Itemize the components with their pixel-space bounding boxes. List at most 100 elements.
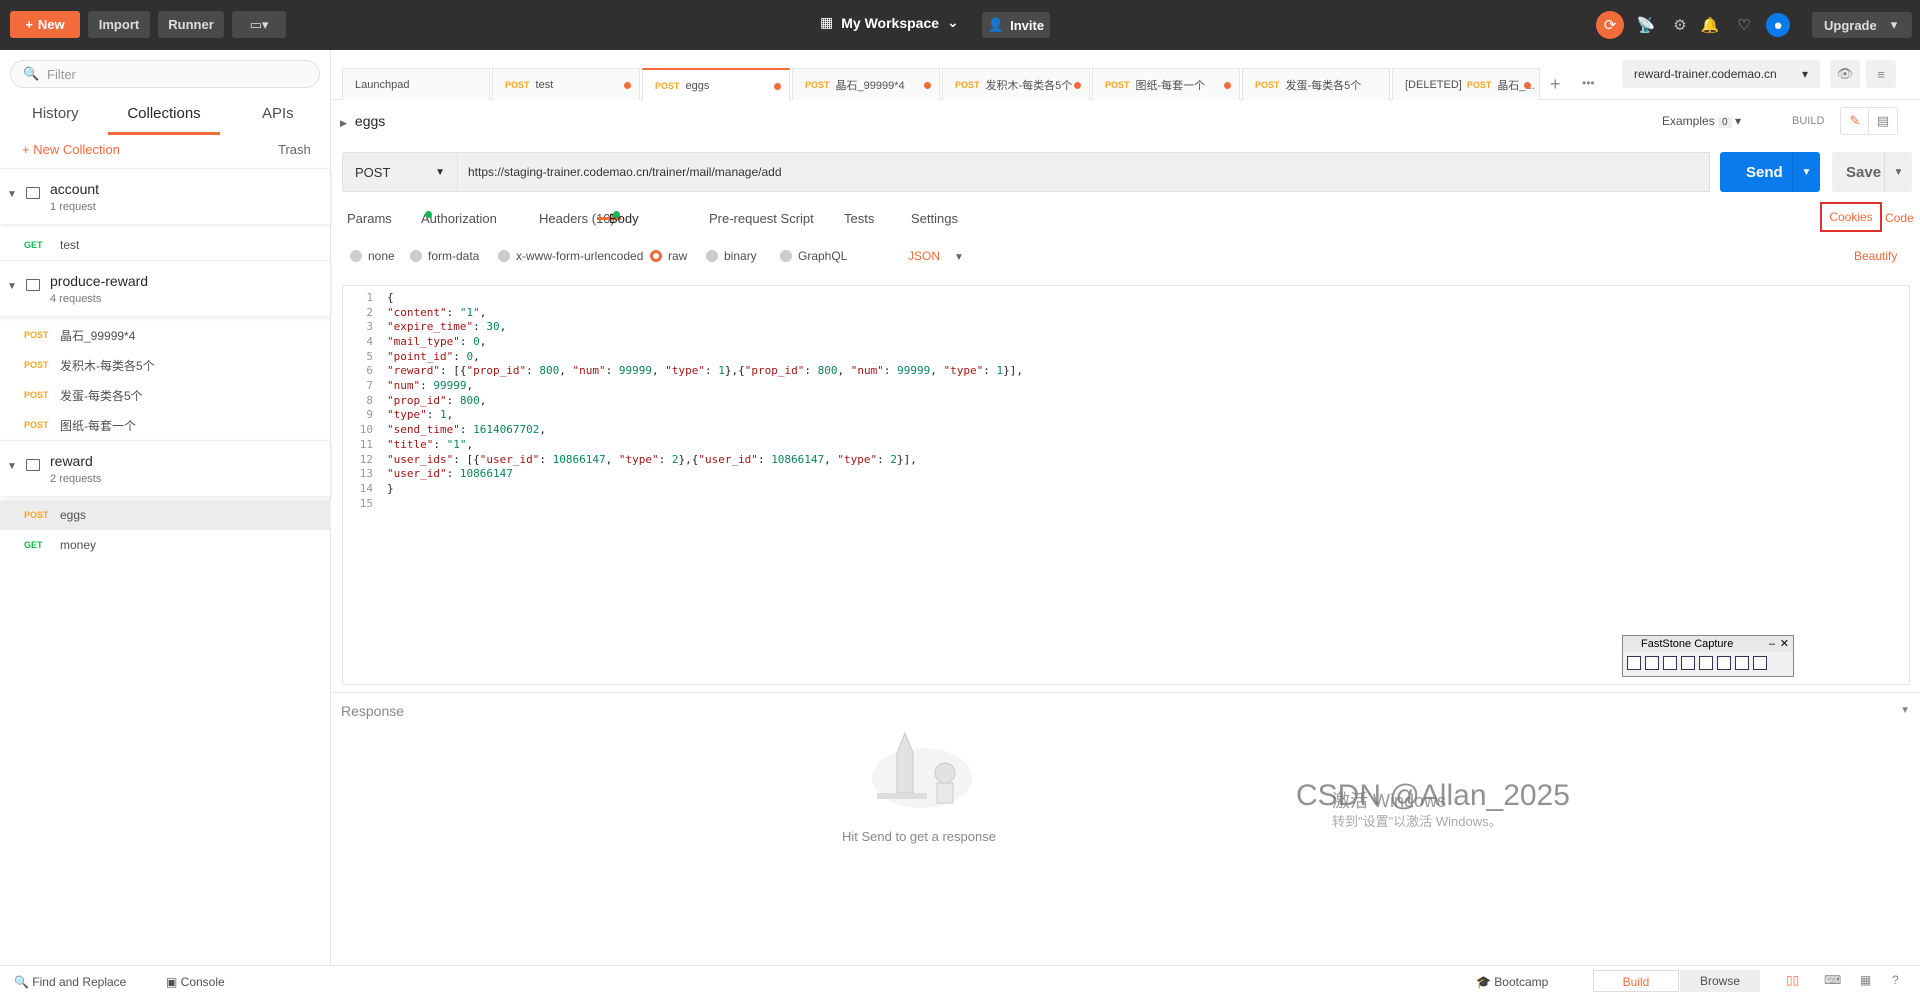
code-link[interactable]: Code — [1885, 211, 1914, 225]
tab-tests[interactable]: Tests — [844, 211, 874, 226]
tab-settings[interactable]: Settings — [911, 211, 958, 226]
settings-icon[interactable] — [1735, 656, 1749, 670]
collection-produce-reward[interactable]: ▼ produce-reward 4 requests — [0, 260, 331, 316]
satellite-icon[interactable]: 📡 — [1634, 13, 1658, 37]
console-button[interactable]: ▣ Console — [166, 975, 225, 989]
new-window-button[interactable]: ▭▾ — [232, 11, 286, 38]
workspace-label: My Workspace — [841, 14, 940, 31]
minimize-icon[interactable]: – — [1769, 636, 1775, 652]
gear-icon[interactable]: ⚙ — [1668, 13, 1692, 37]
heart-icon[interactable]: ♡ — [1732, 13, 1756, 37]
tab-tuzhi[interactable]: POST 图纸-每套一个 — [1092, 68, 1240, 100]
sidebar-item-fadan[interactable]: POST 发蛋-每类各5个 — [0, 380, 331, 410]
keyboard-icon[interactable]: ⌨ — [1824, 973, 1841, 987]
layout-icon[interactable]: ▦ — [1860, 973, 1871, 987]
collection-count: 4 requests — [50, 293, 102, 305]
capture-region-icon[interactable] — [1663, 656, 1677, 670]
radio-graphql[interactable]: GraphQL — [780, 249, 847, 263]
sidebar-item-jimu[interactable]: POST 发积木-每类各5个 — [0, 350, 331, 380]
tab-test[interactable]: POST test — [492, 68, 640, 100]
import-button[interactable]: Import — [88, 11, 150, 38]
sidebar-item-eggs[interactable]: POST eggs — [0, 500, 331, 530]
edit-icon[interactable] — [1753, 656, 1767, 670]
browse-mode-button[interactable]: Browse — [1680, 970, 1760, 992]
avatar[interactable]: ● — [1766, 13, 1790, 37]
body-format-select[interactable]: JSON ▼ — [908, 249, 964, 263]
sync-icon[interactable]: ⟳ — [1596, 11, 1624, 39]
tab-jimu[interactable]: POST 发积木-每类各5个 — [942, 68, 1090, 100]
radio-none[interactable]: none — [350, 249, 395, 263]
tab-apis[interactable]: APIs — [262, 105, 294, 135]
sidebar-item-test[interactable]: GET test — [0, 230, 331, 260]
tab-jingshi[interactable]: POST 晶石_99999*4 — [792, 68, 940, 100]
method-select[interactable]: POST ▼ — [342, 152, 458, 192]
more-tabs-icon[interactable]: ••• — [1582, 76, 1595, 90]
method-badge: POST — [24, 420, 49, 430]
build-mode-button[interactable]: Build — [1593, 970, 1679, 992]
eye-icon[interactable]: 👁 — [1830, 60, 1860, 88]
tab-eggs[interactable]: POST eggs — [642, 68, 790, 101]
send-button[interactable]: Send ▼ — [1720, 152, 1820, 192]
sidebar-item-jingshi[interactable]: POST 晶石_99999*4 — [0, 320, 331, 350]
cookies-link[interactable]: Cookies — [1820, 202, 1882, 232]
code-editor[interactable]: 1{2 "content": "1", 3 "expire_time": 30, 4 "m… — [342, 285, 1910, 685]
radio-form-data[interactable]: form-data — [410, 249, 479, 263]
comment-icon[interactable]: ▤ — [1868, 107, 1898, 135]
save-label: Save — [1846, 163, 1882, 181]
tab-body[interactable]: Body — [597, 211, 639, 226]
sidebar-item-tuzhi[interactable]: POST 图纸-每套一个 — [0, 410, 331, 440]
sidebar-item-money[interactable]: GET money — [0, 530, 331, 560]
collection-account[interactable]: ▼ account 1 request — [0, 168, 331, 224]
bell-icon[interactable]: 🔔 — [1698, 13, 1722, 37]
tab-label: test — [535, 78, 554, 91]
two-pane-icon[interactable]: ▯▯ — [1786, 973, 1799, 987]
upgrade-button[interactable]: Upgrade ▾ — [1812, 12, 1912, 38]
find-replace-button[interactable]: 🔍 Find and Replace — [14, 975, 126, 989]
radio-raw[interactable]: raw — [650, 249, 687, 263]
radio-urlencoded[interactable]: x-www-form-urlencoded — [498, 249, 643, 263]
pencil-icon[interactable]: ✎ — [1840, 107, 1870, 135]
capture-object-icon[interactable] — [1645, 656, 1659, 670]
tab-launchpad[interactable]: Launchpad — [342, 68, 490, 100]
new-button[interactable]: + New — [10, 11, 80, 38]
line-number: 9 — [366, 408, 373, 422]
invite-button[interactable]: 👤 Invite — [982, 12, 1050, 38]
capture-full-icon[interactable] — [1699, 656, 1713, 670]
windows-watermark-sub: 转到"设置"以激活 Windows。 — [1332, 814, 1502, 829]
request-name-header[interactable]: ▶ eggs — [340, 113, 385, 129]
trash-link[interactable]: Trash — [278, 142, 311, 157]
tab-deleted[interactable]: [DELETED] POST 晶石_... — [1392, 68, 1540, 100]
close-icon[interactable]: ✕ — [1780, 636, 1789, 652]
save-button[interactable]: Save ▼ — [1832, 152, 1912, 192]
help-icon[interactable]: ? — [1892, 973, 1899, 987]
chevron-down-icon[interactable]: ▼ — [1900, 705, 1910, 716]
capture-window-icon[interactable] — [1627, 656, 1641, 670]
method-badge: POST — [24, 510, 49, 520]
examples-dropdown[interactable]: Examples 0 ▾ — [1662, 114, 1741, 128]
capture-scroll-icon[interactable] — [1717, 656, 1731, 670]
runner-button[interactable]: Runner — [158, 11, 224, 38]
chevron-down-icon[interactable]: ▼ — [1884, 152, 1912, 192]
filter-input[interactable]: 🔍 Filter — [10, 60, 320, 88]
tab-collections[interactable]: Collections — [108, 105, 220, 135]
faststone-toolbar[interactable]: FastStone Capture – ✕ — [1622, 635, 1794, 677]
code-line: 4 "mail_type": 0, — [343, 334, 1909, 349]
new-collection-button[interactable]: + New Collection — [22, 142, 120, 157]
radio-binary[interactable]: binary — [706, 249, 757, 263]
collection-reward[interactable]: ▼ reward 2 requests — [0, 440, 331, 496]
url-input[interactable]: https://staging-trainer.codemao.cn/train… — [458, 152, 1710, 192]
tab-params[interactable]: Params — [347, 211, 392, 226]
beautify-link[interactable]: Beautify — [1854, 249, 1897, 263]
chevron-down-icon[interactable]: ▼ — [1792, 152, 1820, 192]
collection-name: reward — [50, 453, 93, 469]
tab-pre-request-script[interactable]: Pre-request Script — [709, 211, 814, 226]
bootcamp-button[interactable]: 🎓 Bootcamp — [1476, 975, 1548, 989]
add-tab-icon[interactable]: + — [1550, 74, 1561, 95]
sliders-icon[interactable]: ≡ — [1866, 60, 1896, 88]
capture-freehand-icon[interactable] — [1681, 656, 1695, 670]
tab-fadan[interactable]: POST 发蛋-每类各5个 — [1242, 68, 1390, 100]
workspace-selector[interactable]: ▦ My Workspace ⌄ — [820, 14, 959, 31]
tab-history[interactable]: History — [32, 105, 79, 135]
environment-select[interactable]: reward-trainer.codemao.cn ▾ — [1622, 60, 1820, 88]
radio-circle — [780, 250, 792, 262]
